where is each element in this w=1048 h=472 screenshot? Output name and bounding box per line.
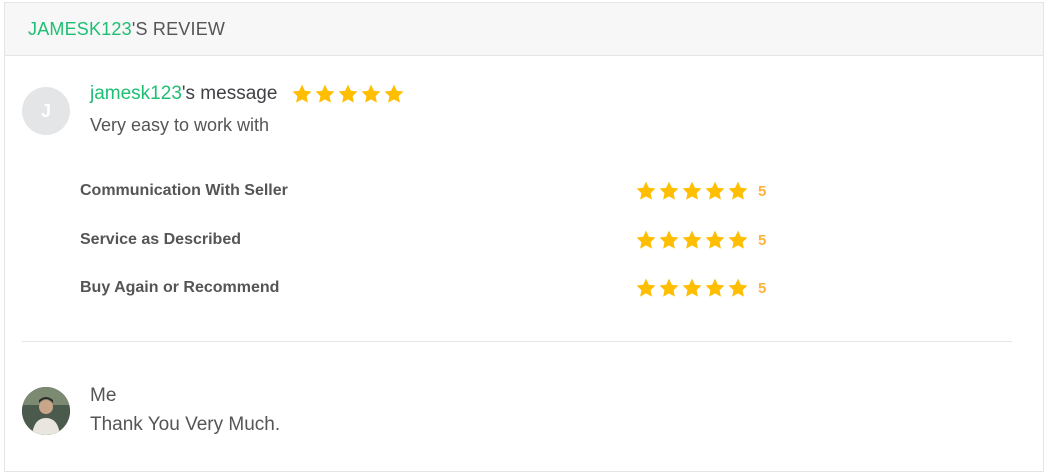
star-icon	[704, 277, 727, 299]
star-icon	[360, 83, 383, 105]
star-icon	[635, 180, 658, 202]
user-photo-icon	[22, 387, 70, 435]
criteria-stars	[635, 180, 750, 202]
header-title-suffix: 'S REVIEW	[131, 18, 226, 39]
criteria-row-service: Service as Described 5	[80, 228, 780, 252]
star-icon	[635, 277, 658, 299]
criteria-score: 5	[758, 279, 767, 297]
criteria-stars	[635, 277, 750, 299]
star-icon	[681, 229, 704, 251]
star-icon	[727, 277, 750, 299]
star-icon	[635, 229, 658, 251]
reviewer-username-link[interactable]: jamesk123	[90, 83, 182, 105]
reviewer-avatar: J	[22, 87, 70, 135]
reply-author: Me	[90, 385, 117, 406]
star-icon	[383, 83, 406, 105]
criteria-score: 5	[758, 182, 767, 200]
star-icon	[727, 229, 750, 251]
criteria-label: Buy Again or Recommend	[80, 279, 280, 296]
star-icon	[337, 83, 360, 105]
reply-message-text: Thank You Very Much.	[90, 414, 281, 435]
criteria-score: 5	[758, 231, 767, 249]
review-title-suffix: 's message	[181, 83, 278, 104]
review-card-header: JAMESK123 'S REVIEW	[5, 3, 1043, 56]
star-icon	[704, 180, 727, 202]
criteria-row-communication: Communication With Seller 5	[80, 179, 780, 203]
user-photo-avatar	[22, 387, 70, 435]
star-icon	[727, 180, 750, 202]
star-icon	[658, 277, 681, 299]
star-icon	[681, 180, 704, 202]
criteria-stars	[635, 229, 750, 251]
star-icon	[704, 229, 727, 251]
section-divider	[22, 341, 1012, 342]
criteria-label: Service as Described	[80, 231, 241, 248]
star-icon	[291, 83, 314, 105]
star-icon	[658, 229, 681, 251]
star-icon	[658, 180, 681, 202]
avatar-initial: J	[40, 100, 51, 121]
criteria-row-buy-again: Buy Again or Recommend 5	[80, 276, 780, 300]
star-icon	[314, 83, 337, 105]
star-icon	[681, 277, 704, 299]
review-message-title: jamesk123 's message	[90, 83, 406, 105]
criteria-label: Communication With Seller	[80, 182, 288, 199]
review-message-text: Very easy to work with	[90, 115, 270, 135]
overall-rating-stars	[291, 83, 406, 105]
header-username[interactable]: JAMESK123	[28, 19, 132, 40]
